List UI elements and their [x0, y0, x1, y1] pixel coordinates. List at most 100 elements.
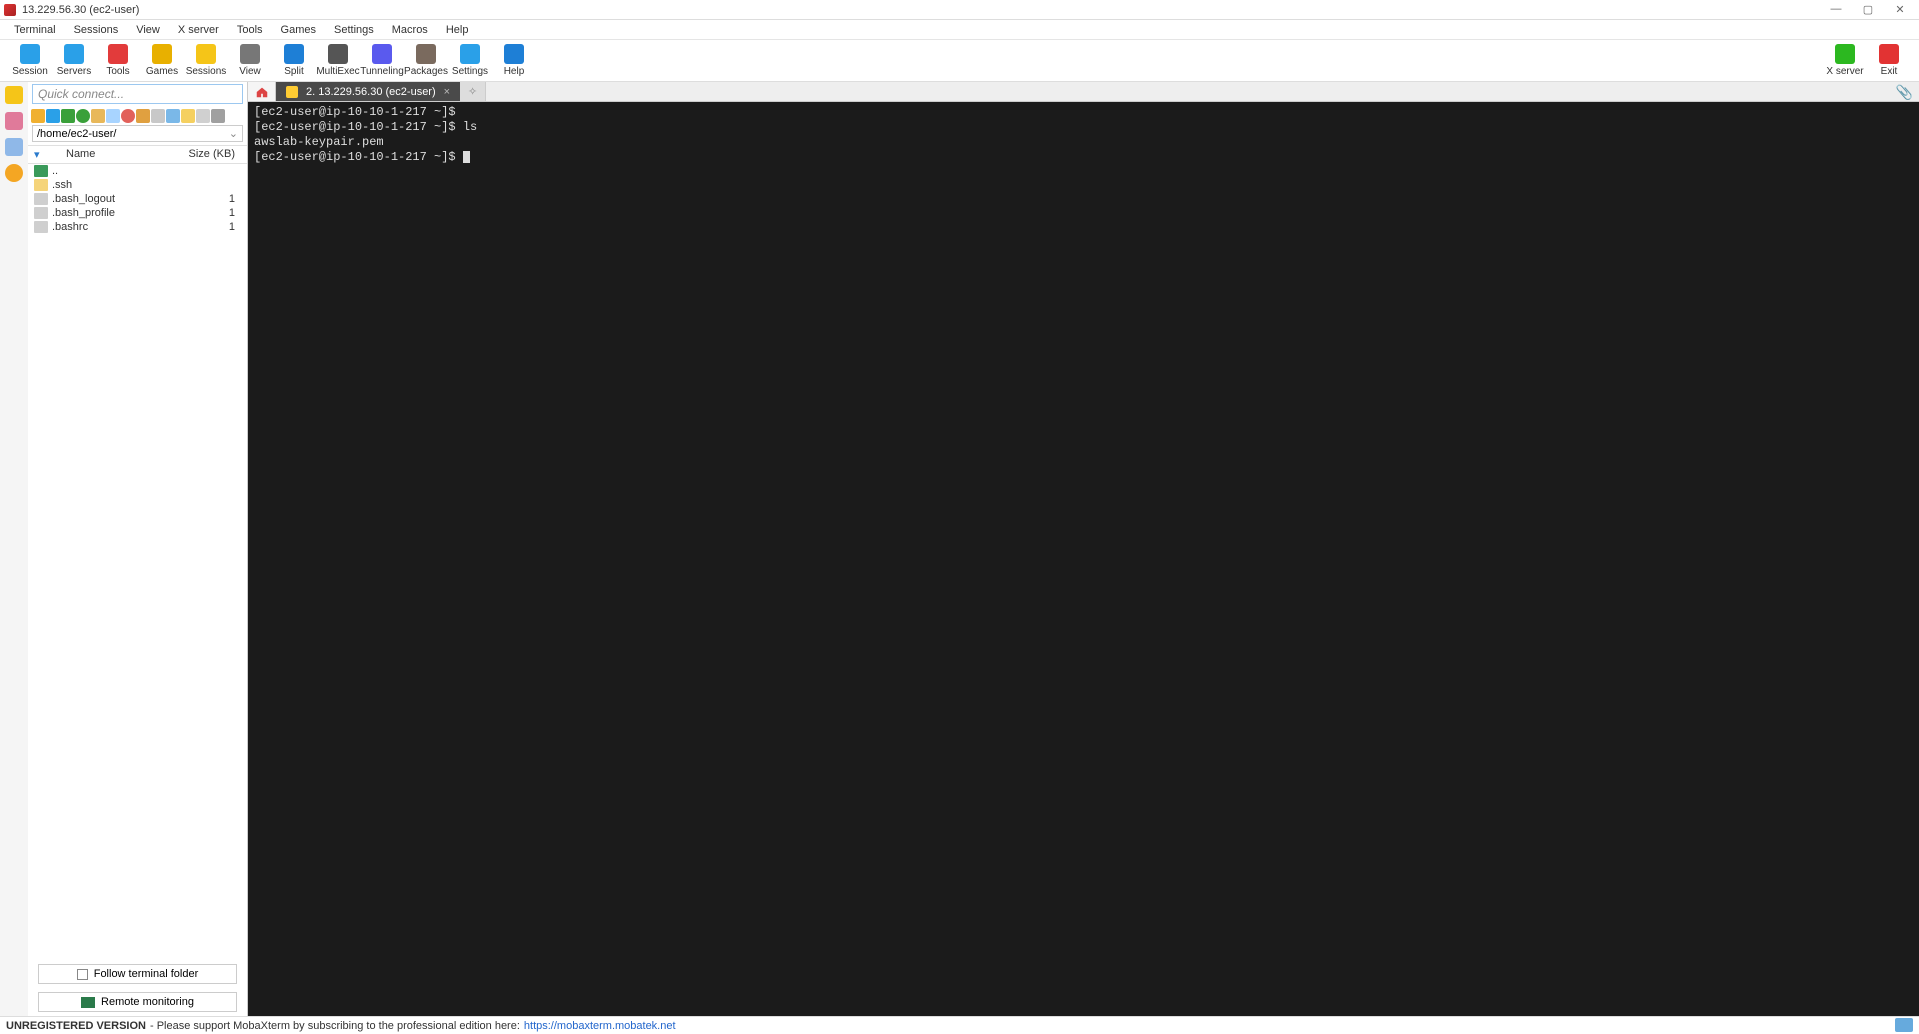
refresh-icon[interactable]	[76, 109, 90, 123]
exit-icon	[1879, 44, 1899, 64]
star-icon[interactable]	[5, 86, 23, 104]
file-name: .bashrc	[52, 221, 185, 233]
tool-servers[interactable]: Servers	[52, 41, 96, 81]
file-icon	[34, 221, 48, 233]
tool-multiexec[interactable]: MultiExec	[316, 41, 360, 81]
packages-icon	[416, 44, 436, 64]
handshake-icon[interactable]	[5, 112, 23, 130]
title-bar: 13.229.56.30 (ec2-user) — ▢ ✕	[0, 0, 1919, 20]
delete-icon[interactable]	[121, 109, 135, 123]
tool-packages[interactable]: Packages	[404, 41, 448, 81]
tool-sessions[interactable]: Sessions	[184, 41, 228, 81]
servers-icon	[64, 44, 84, 64]
tunneling-icon	[372, 44, 392, 64]
menu-x-server[interactable]: X server	[170, 22, 227, 38]
menu-macros[interactable]: Macros	[384, 22, 436, 38]
minimize-button[interactable]: —	[1829, 3, 1843, 16]
newfile-icon[interactable]	[106, 109, 120, 123]
sftp-panel: Quick connect... /home/ec2-user/ ⌄	[28, 82, 247, 1016]
menu-view[interactable]: View	[128, 22, 168, 38]
file-icon	[34, 193, 48, 205]
edit-icon[interactable]	[136, 109, 150, 123]
explore-icon[interactable]	[31, 109, 45, 123]
file-size: 1	[185, 207, 241, 219]
window-controls: — ▢ ✕	[1829, 3, 1907, 16]
file-row[interactable]: .ssh	[28, 178, 247, 192]
new-tab-button[interactable]: ✧	[460, 82, 486, 101]
follow-terminal-checkbox[interactable]: Follow terminal folder	[38, 964, 237, 984]
pencil-icon[interactable]	[196, 109, 210, 123]
path-input[interactable]: /home/ec2-user/ ⌄	[32, 125, 243, 142]
tool-tools[interactable]: Tools	[96, 41, 140, 81]
folder-icon	[34, 179, 48, 191]
globe-icon[interactable]	[5, 164, 23, 182]
tool-help[interactable]: Help	[492, 41, 536, 81]
close-button[interactable]: ✕	[1893, 3, 1907, 16]
tab-close-icon[interactable]: ×	[444, 86, 450, 98]
text-icon[interactable]	[166, 109, 180, 123]
paperclip-icon[interactable]: 📎	[1896, 84, 1913, 101]
terminal[interactable]: [ec2-user@ip-10-10-1-217 ~]$ [ec2-user@i…	[248, 102, 1919, 1016]
col-size[interactable]: Size (KB)	[185, 148, 241, 161]
file-name: .bash_profile	[52, 207, 185, 219]
tool-games[interactable]: Games	[140, 41, 184, 81]
tool-split[interactable]: Split	[272, 41, 316, 81]
tool-exit[interactable]: Exit	[1867, 41, 1911, 81]
file-row[interactable]: ..	[28, 164, 247, 178]
file-row[interactable]: .bash_logout1	[28, 192, 247, 206]
tool-session[interactable]: Session	[8, 41, 52, 81]
tab-label: 2. 13.229.56.30 (ec2-user)	[306, 86, 436, 98]
session-tab[interactable]: 2. 13.229.56.30 (ec2-user) ×	[276, 82, 460, 101]
tool-settings[interactable]: Settings	[448, 41, 492, 81]
send-icon[interactable]	[5, 138, 23, 156]
menu-bar: TerminalSessionsViewX serverToolsGamesSe…	[0, 20, 1919, 40]
lock-icon[interactable]	[211, 109, 225, 123]
sessions-icon	[196, 44, 216, 64]
side-tabs	[0, 82, 28, 1016]
tray-icon[interactable]	[1895, 1018, 1913, 1032]
status-text: - Please support MobaXterm by subscribin…	[150, 1020, 520, 1032]
maximize-button[interactable]: ▢	[1861, 3, 1875, 16]
menu-sessions[interactable]: Sessions	[66, 22, 127, 38]
multiexec-icon	[328, 44, 348, 64]
status-bar: UNREGISTERED VERSION - Please support Mo…	[0, 1016, 1919, 1034]
remote-monitoring-button[interactable]: Remote monitoring	[38, 992, 237, 1012]
settings-icon	[460, 44, 480, 64]
path-text: /home/ec2-user/	[37, 128, 116, 140]
status-link[interactable]: https://mobaxterm.mobatek.net	[524, 1020, 676, 1032]
quick-connect-input[interactable]: Quick connect...	[32, 84, 243, 104]
follow-label: Follow terminal folder	[94, 968, 199, 980]
info-icon[interactable]	[181, 109, 195, 123]
menu-tools[interactable]: Tools	[229, 22, 271, 38]
tool-view[interactable]: View	[228, 41, 272, 81]
checkbox-icon	[77, 969, 88, 980]
menu-settings[interactable]: Settings	[326, 22, 382, 38]
tools-icon	[108, 44, 128, 64]
download-icon[interactable]	[46, 109, 60, 123]
menu-games[interactable]: Games	[273, 22, 324, 38]
tool-tunneling[interactable]: Tunneling	[360, 41, 404, 81]
session-icon	[20, 44, 40, 64]
file-row[interactable]: .bashrc1	[28, 220, 247, 234]
file-icon	[34, 207, 48, 219]
sort-icon[interactable]: ▾	[34, 148, 48, 161]
home-tab[interactable]	[248, 82, 276, 101]
help-icon	[504, 44, 524, 64]
newfolder-icon[interactable]	[91, 109, 105, 123]
col-name[interactable]: Name	[48, 148, 185, 161]
file-row[interactable]: .bash_profile1	[28, 206, 247, 220]
side-panel: Quick connect... /home/ec2-user/ ⌄	[0, 82, 248, 1016]
tool-x-server[interactable]: X server	[1823, 41, 1867, 81]
lightning-icon	[286, 86, 298, 98]
upload-icon[interactable]	[61, 109, 75, 123]
file-name: ..	[52, 165, 185, 177]
x-server-icon	[1835, 44, 1855, 64]
file-name: .bash_logout	[52, 193, 185, 205]
tab-bar: 2. 13.229.56.30 (ec2-user) × ✧ 📎	[248, 82, 1919, 102]
rename-icon[interactable]	[151, 109, 165, 123]
menu-terminal[interactable]: Terminal	[6, 22, 64, 38]
file-list: ...ssh.bash_logout1.bash_profile1.bashrc…	[28, 164, 247, 960]
chevron-down-icon[interactable]: ⌄	[229, 127, 238, 140]
menu-help[interactable]: Help	[438, 22, 477, 38]
file-size: 1	[185, 221, 241, 233]
